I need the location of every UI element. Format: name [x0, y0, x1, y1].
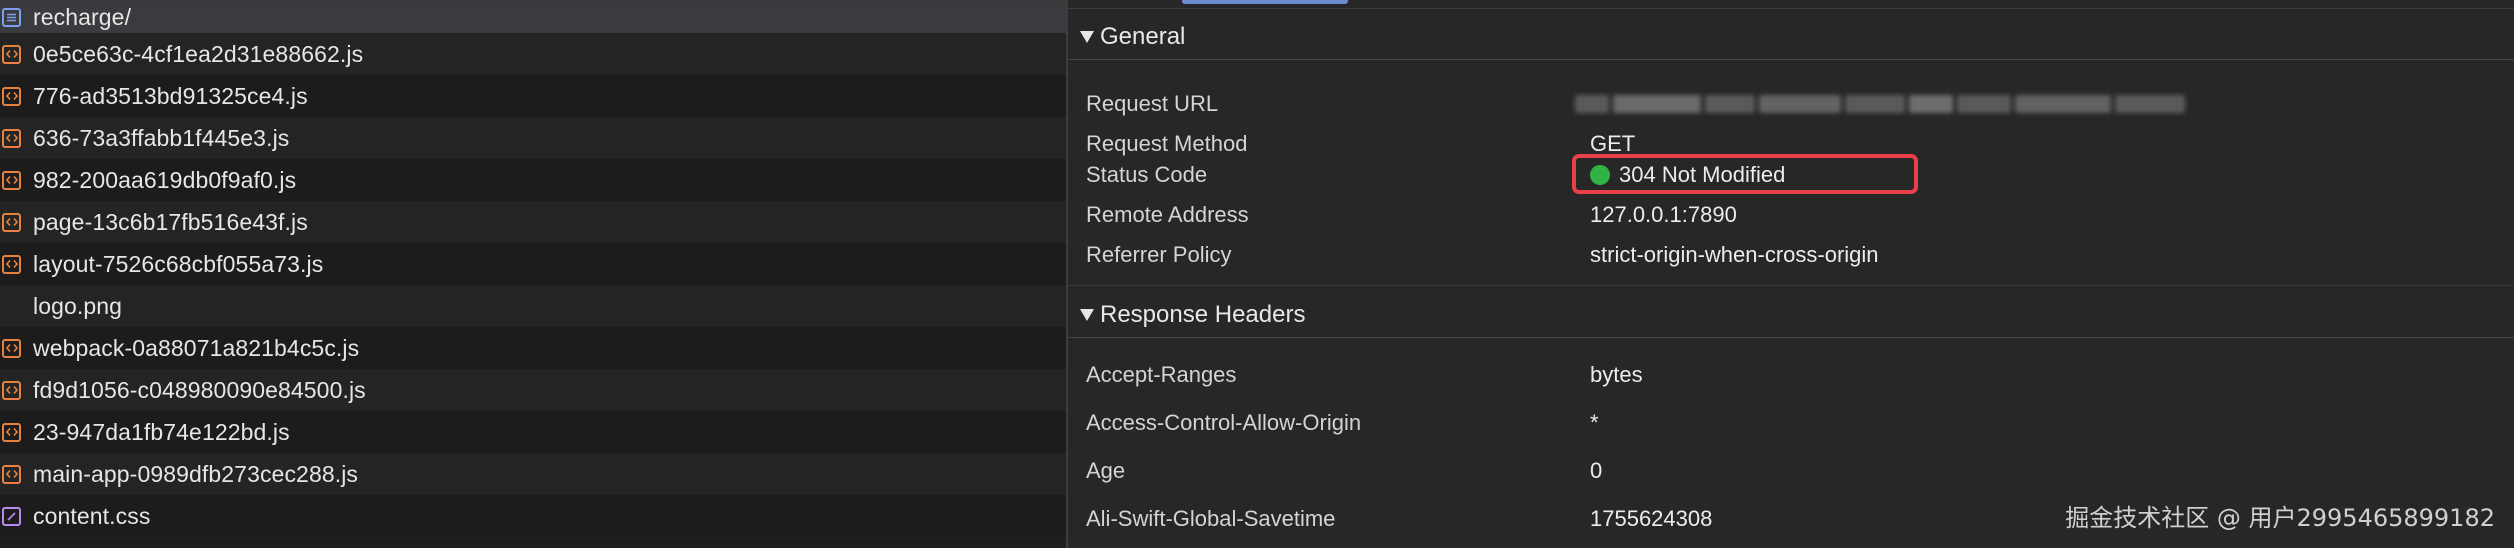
header-key: Remote Address — [1086, 202, 1249, 227]
script-icon — [2, 170, 21, 190]
request-name: webpack-0a88071a821b4c5c.js — [33, 334, 360, 361]
script-icon — [2, 86, 21, 106]
request-list: recharge/ 0e5ce63c-4cf1ea2d31e88662.js 7… — [0, 0, 1066, 548]
expand-triangle-icon — [1080, 30, 1094, 43]
request-name: 0e5ce63c-4cf1ea2d31e88662.js — [33, 40, 364, 67]
stylesheet-icon — [2, 506, 21, 526]
section-title: Response Headers — [1100, 300, 1306, 328]
active-tab-indicator — [1182, 0, 1348, 4]
request-name: page-13c6b17fb516e43f.js — [33, 208, 308, 235]
request-name: main-app-0989dfb273cec288.js — [33, 460, 359, 487]
request-name: logo.png — [33, 292, 123, 319]
section-title: General — [1100, 22, 1186, 50]
request-name: 636-73a3ffabb1f445e3.js — [33, 124, 290, 151]
request-name: fd9d1056-c048980090e84500.js — [33, 376, 366, 403]
header-value: * — [1590, 410, 1599, 435]
watermark: 掘金技术社区 @ 用户2995465899182 — [2065, 504, 2495, 532]
script-icon — [2, 422, 21, 442]
request-name: recharge/ — [33, 3, 132, 30]
header-key: Request Method — [1086, 131, 1248, 156]
script-icon — [2, 380, 21, 400]
redacted-url-value — [1575, 92, 2197, 116]
header-value: bytes — [1590, 362, 1643, 387]
expand-triangle-icon — [1080, 308, 1094, 321]
request-row[interactable]: layout-7526c68cbf055a73.js — [0, 243, 1066, 285]
tab-bar-border — [1068, 8, 2514, 9]
response-headers-section-header[interactable]: Response Headers — [1068, 292, 2514, 338]
header-key: Status Code — [1086, 162, 1208, 187]
header-row-request-url: Request URL — [1068, 84, 2514, 124]
request-name: layout-7526c68cbf055a73.js — [33, 250, 324, 277]
script-icon — [2, 44, 21, 64]
request-row[interactable]: webpack-0a88071a821b4c5c.js — [0, 327, 1066, 369]
status-highlight-box — [1572, 154, 1918, 194]
script-icon — [2, 128, 21, 148]
request-row[interactable]: fd9d1056-c048980090e84500.js — [0, 369, 1066, 411]
request-row[interactable]: 982-200aa619db0f9af0.js — [0, 159, 1066, 201]
request-row[interactable]: 636-73a3ffabb1f445e3.js — [0, 117, 1066, 159]
section-separator — [1068, 285, 2514, 286]
header-key: Referrer Policy — [1086, 242, 1232, 267]
header-row-remote-address: Remote Address 127.0.0.1:7890 — [1068, 195, 2514, 235]
header-row-age: Age 0 — [1068, 451, 2514, 491]
header-key: Access-Control-Allow-Origin — [1086, 410, 1362, 435]
request-row[interactable]: logo.png — [0, 285, 1066, 327]
request-row[interactable]: main-app-0989dfb273cec288.js — [0, 453, 1066, 495]
request-details-panel: General Request URL Request Method GET S… — [1068, 0, 2514, 548]
header-value: strict-origin-when-cross-origin — [1590, 242, 1879, 267]
header-key: Request URL — [1086, 91, 1219, 116]
request-row[interactable]: page-13c6b17fb516e43f.js — [0, 201, 1066, 243]
header-key: Ali-Swift-Global-Savetime — [1086, 506, 1336, 531]
header-key: Age — [1086, 458, 1126, 483]
header-value: 1755624308 — [1590, 506, 1713, 531]
header-value: 0 — [1590, 458, 1603, 483]
request-name: 982-200aa619db0f9af0.js — [33, 166, 297, 193]
request-row-document[interactable]: recharge/ — [0, 1, 1066, 33]
request-name: content.css — [33, 502, 151, 529]
image-icon — [2, 297, 21, 316]
script-icon — [2, 338, 21, 358]
header-key: Accept-Ranges — [1086, 362, 1237, 387]
script-icon — [2, 254, 21, 274]
request-row[interactable]: 776-ad3513bd91325ce4.js — [0, 75, 1066, 117]
request-row[interactable]: 23-947da1fb74e122bd.js — [0, 411, 1066, 453]
request-name: 776-ad3513bd91325ce4.js — [33, 82, 308, 109]
header-value: 127.0.0.1:7890 — [1590, 202, 1737, 227]
script-icon — [2, 212, 21, 232]
request-row[interactable]: content.css — [0, 495, 1066, 537]
general-section-header[interactable]: General — [1068, 14, 2514, 60]
header-row-referrer-policy: Referrer Policy strict-origin-when-cross… — [1068, 235, 2514, 275]
request-row[interactable]: 0e5ce63c-4cf1ea2d31e88662.js — [0, 33, 1066, 75]
header-row-access-control-allow-origin: Access-Control-Allow-Origin * — [1068, 403, 2514, 443]
devtools-network-panel: recharge/ 0e5ce63c-4cf1ea2d31e88662.js 7… — [0, 0, 2514, 548]
document-icon — [2, 7, 21, 27]
header-row-accept-ranges: Accept-Ranges bytes — [1068, 355, 2514, 395]
script-icon — [2, 464, 21, 484]
request-name: 23-947da1fb74e122bd.js — [33, 418, 290, 445]
